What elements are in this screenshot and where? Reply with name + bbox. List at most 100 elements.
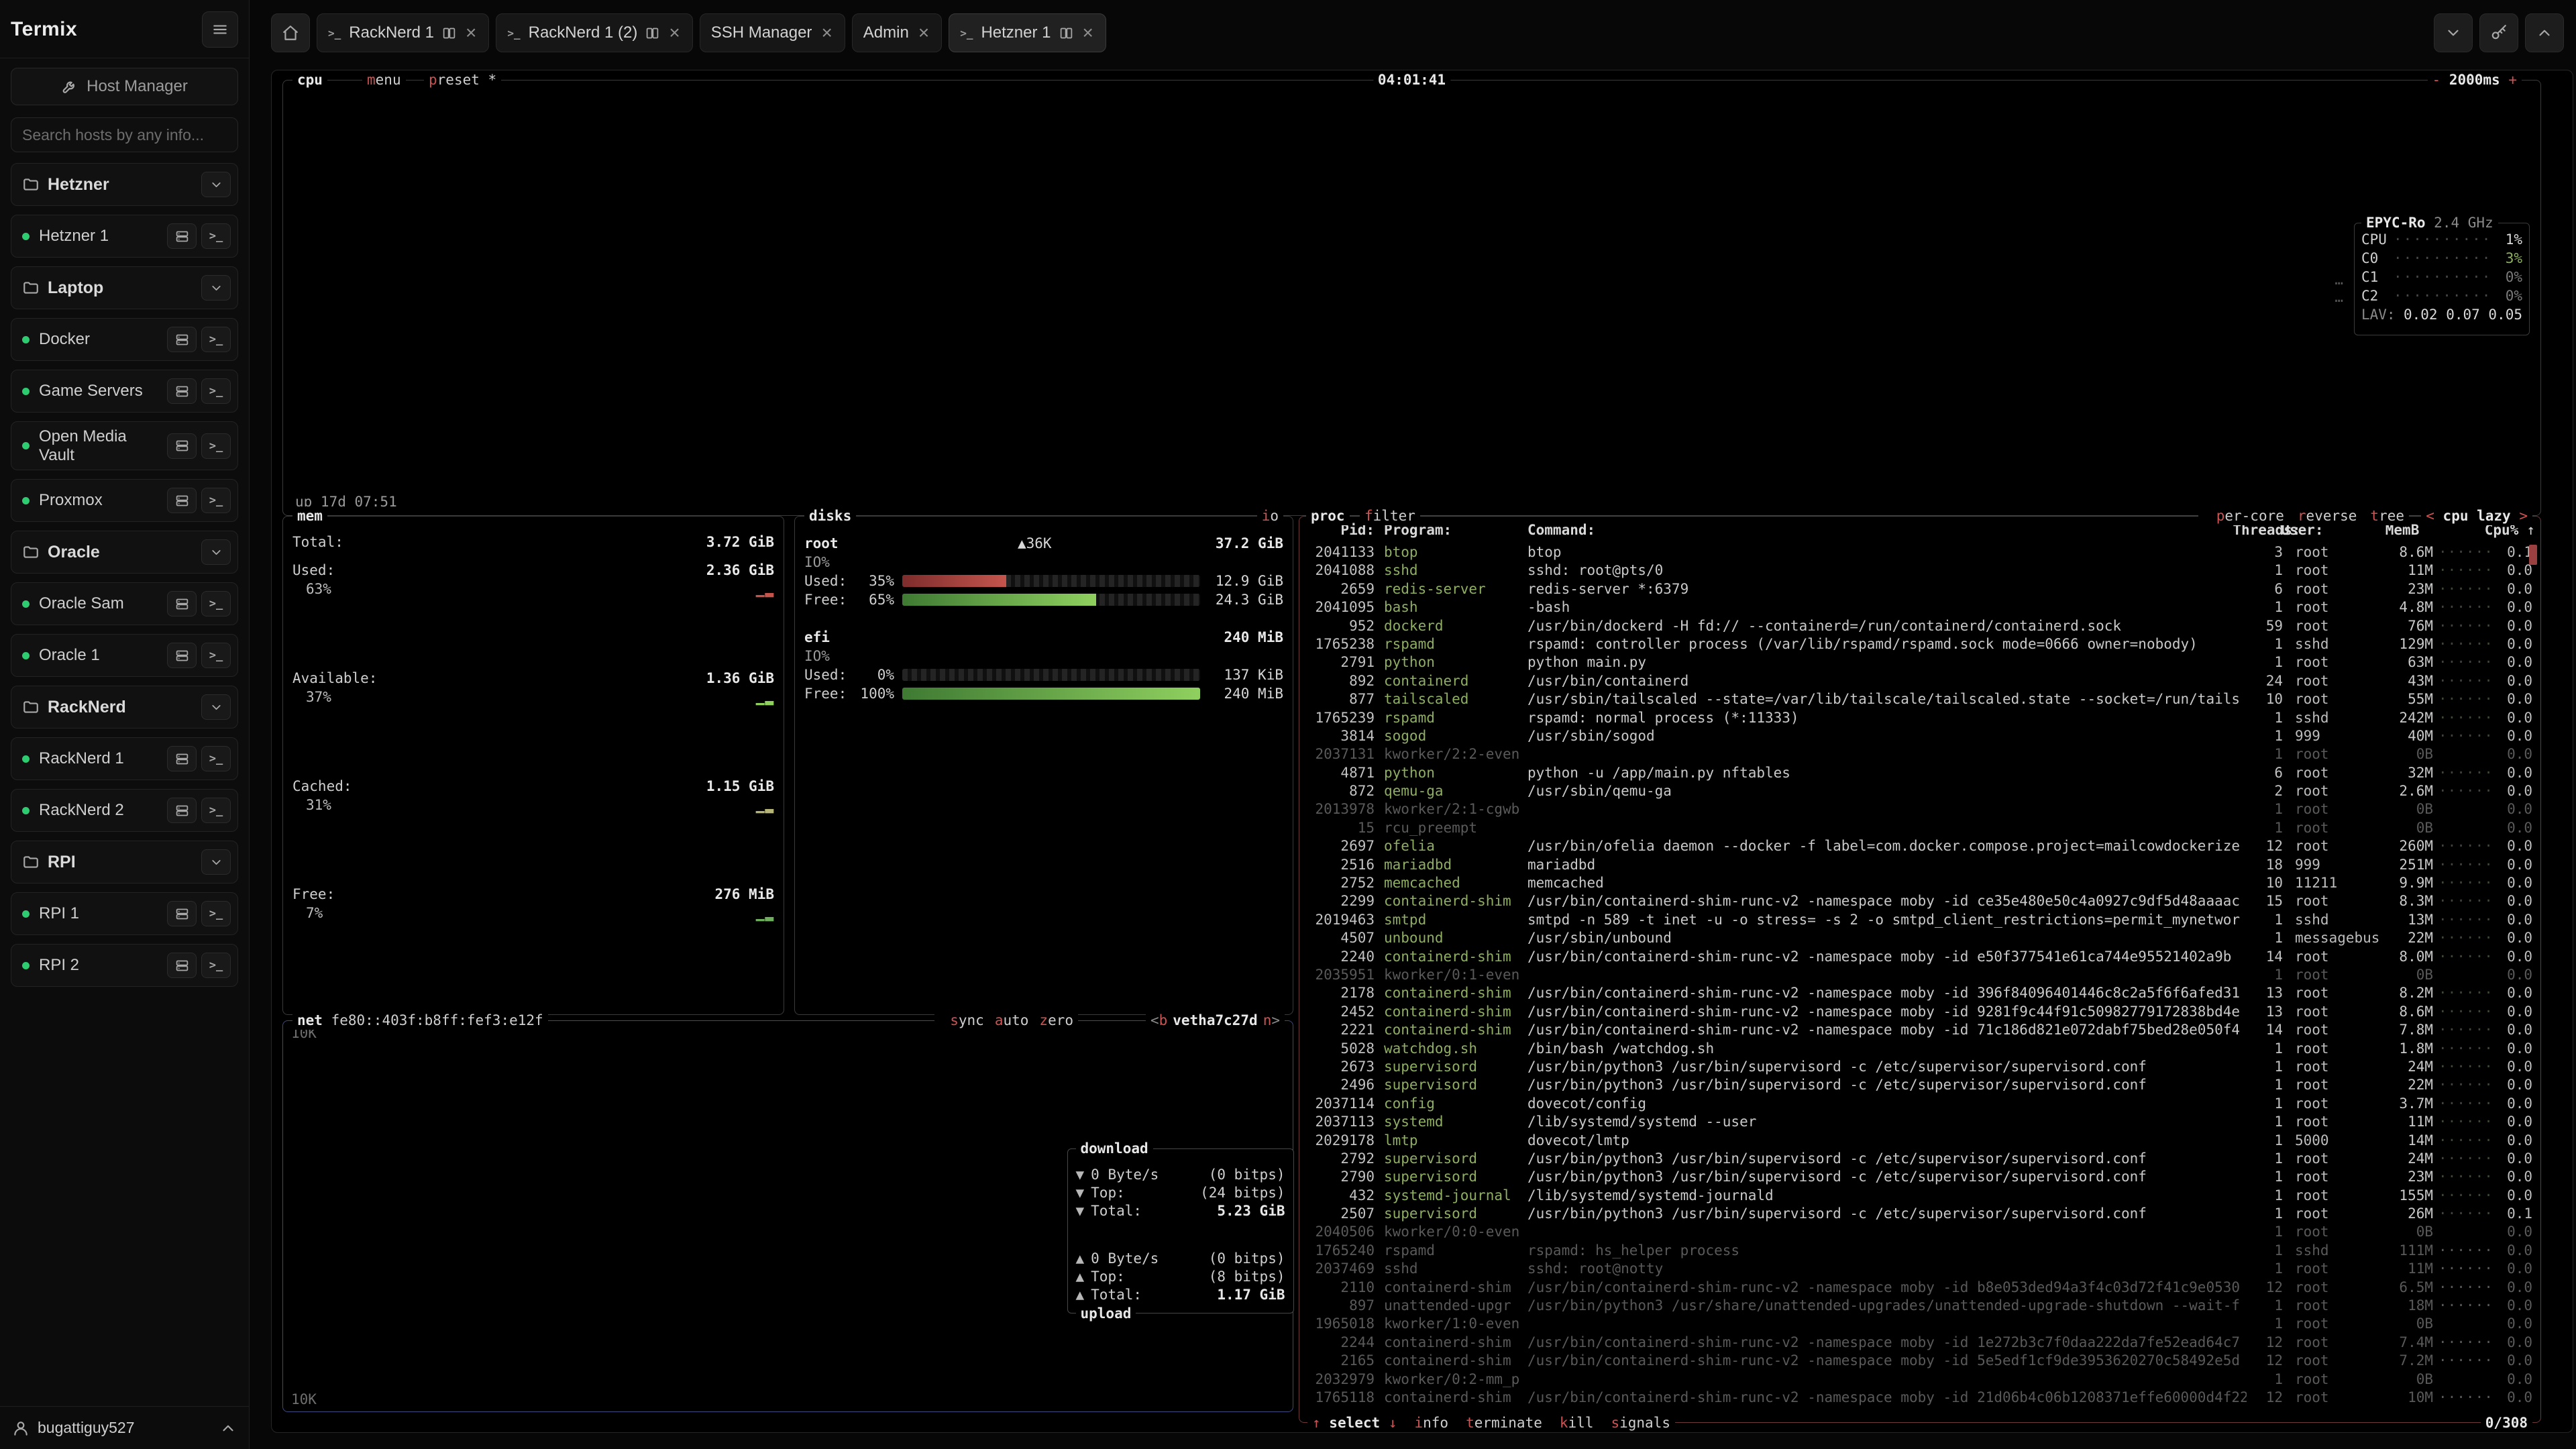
process-row[interactable]: 2496supervisord/usr/bin/python3 /usr/bin… — [1305, 1076, 2535, 1094]
sidebar-group-racknerd[interactable]: RackNerd — [11, 686, 238, 729]
group-collapse-button[interactable] — [201, 275, 231, 301]
sidebar-host-game-servers[interactable]: Game Servers>_ — [11, 370, 238, 413]
process-row[interactable]: 2035951kworker/0:1-even1root0B0.0 — [1305, 966, 2535, 984]
tabbar-expand-button[interactable] — [2525, 13, 2564, 52]
proc-action-info[interactable]: info — [1414, 1415, 1448, 1431]
process-row[interactable]: 2673supervisord/usr/bin/python3 /usr/bin… — [1305, 1058, 2535, 1076]
group-collapse-button[interactable] — [201, 539, 231, 565]
process-row[interactable]: 2659redis-serverredis-server *:63796root… — [1305, 580, 2535, 598]
sidebar-group-hetzner[interactable]: Hetzner — [11, 163, 238, 206]
host-terminal-button[interactable]: >_ — [201, 223, 231, 249]
sidebar-group-rpi[interactable]: RPI — [11, 841, 238, 883]
down-arrow-key[interactable]: ↓ — [1389, 1415, 1397, 1431]
sidebar-host-rpi-2[interactable]: RPI 2>_ — [11, 944, 238, 987]
search-input[interactable] — [11, 117, 238, 152]
ssh-keys-button[interactable] — [2479, 13, 2518, 52]
process-row[interactable]: 2791pythonpython main.py1root63M······0.… — [1305, 653, 2535, 672]
close-icon[interactable]: × — [464, 23, 478, 42]
process-row[interactable]: 2040506kworker/0:0-even1root0B0.0 — [1305, 1223, 2535, 1241]
host-details-button[interactable] — [167, 746, 197, 771]
process-row[interactable]: 2029178lmtpdovecot/lmtp1500014M······0.0 — [1305, 1132, 2535, 1150]
host-details-button[interactable] — [167, 327, 197, 352]
process-row[interactable]: 3814sogod/usr/sbin/sogod199940M······0.0 — [1305, 727, 2535, 745]
process-row[interactable]: 877tailscaled/usr/sbin/tailscaled --stat… — [1305, 690, 2535, 708]
process-row[interactable]: 2178containerd-shim/usr/bin/containerd-s… — [1305, 984, 2535, 1002]
btop-preset-button[interactable]: preset * — [424, 70, 501, 89]
host-details-button[interactable] — [167, 591, 197, 616]
process-row[interactable]: 2752memcachedmemcached10112119.9M······0… — [1305, 874, 2535, 892]
net-zero-button[interactable]: zero — [1039, 1012, 1073, 1028]
host-details-button[interactable] — [167, 223, 197, 249]
process-row[interactable]: 2037469sshdsshd: root@notty1root11M·····… — [1305, 1260, 2535, 1278]
process-row[interactable]: 432systemd-journal/lib/systemd/systemd-j… — [1305, 1187, 2535, 1205]
process-row[interactable]: 15rcu_preempt1root0B0.0 — [1305, 819, 2535, 837]
host-details-button[interactable] — [167, 901, 197, 926]
process-row[interactable]: 2452containerd-shim/usr/bin/containerd-s… — [1305, 1003, 2535, 1021]
process-row[interactable]: 2041088sshdsshd: root@pts/01root11M·····… — [1305, 561, 2535, 580]
device-prev-key[interactable]: b — [1159, 1012, 1168, 1028]
process-row[interactable]: 872qemu-ga/usr/sbin/qemu-ga2root2.6M····… — [1305, 782, 2535, 800]
tab-hetzner-1[interactable]: >_Hetzner 1× — [949, 13, 1106, 52]
proc-scrollbar[interactable] — [2529, 545, 2537, 565]
process-row[interactable]: 1765118containerd-shim/usr/bin/container… — [1305, 1389, 2535, 1407]
sidebar-host-hetzner-1[interactable]: Hetzner 1>_ — [11, 215, 238, 258]
btop-net-device[interactable]: <bvetha7c27dn> — [1146, 1011, 1285, 1030]
process-row[interactable]: 2240containerd-shim/usr/bin/containerd-s… — [1305, 948, 2535, 966]
close-icon[interactable]: × — [667, 23, 681, 42]
host-terminal-button[interactable]: >_ — [201, 591, 231, 616]
host-terminal-button[interactable]: >_ — [201, 488, 231, 513]
process-row[interactable]: 2507supervisord/usr/bin/python3 /usr/bin… — [1305, 1205, 2535, 1223]
terminal-screen[interactable]: cpu menu preset * 04:01:41 - 2000ms + … … — [271, 70, 2573, 1433]
tab-ssh-manager[interactable]: SSH Manager× — [700, 13, 845, 52]
btop-filter-button[interactable]: filter — [1360, 506, 1420, 525]
sort-next[interactable]: > — [2519, 508, 2528, 524]
process-row[interactable]: 4871pythonpython -u /app/main.py nftable… — [1305, 764, 2535, 782]
host-manager-button[interactable]: Host Manager — [11, 68, 238, 105]
process-row[interactable]: 2792supervisord/usr/bin/python3 /usr/bin… — [1305, 1150, 2535, 1168]
process-row[interactable]: 2697ofelia/usr/bin/ofelia daemon --docke… — [1305, 837, 2535, 855]
sidebar-group-laptop[interactable]: Laptop — [11, 266, 238, 309]
process-row[interactable]: 1965018kworker/1:0-even1root0B0.0 — [1305, 1315, 2535, 1333]
process-row[interactable]: 1765239rspamdrspamd: normal process (*:1… — [1305, 709, 2535, 727]
tab-racknerd-1[interactable]: >_RackNerd 1× — [317, 13, 489, 52]
group-collapse-button[interactable] — [201, 172, 231, 197]
process-row[interactable]: 5028watchdog.sh/bin/bash /watchdog.sh1ro… — [1305, 1040, 2535, 1058]
tab-racknerd-1-2[interactable]: >_RackNerd 1 (2)× — [496, 13, 692, 52]
process-row[interactable]: 892containerd/usr/bin/containerd24root43… — [1305, 672, 2535, 690]
host-terminal-button[interactable]: >_ — [201, 327, 231, 352]
split-tab-icon[interactable] — [1059, 26, 1073, 40]
sidebar-host-docker[interactable]: Docker>_ — [11, 318, 238, 361]
host-details-button[interactable] — [167, 643, 197, 668]
device-next-key[interactable]: n — [1263, 1012, 1272, 1028]
host-details-button[interactable] — [167, 798, 197, 823]
process-row[interactable]: 2032979kworker/0:2-mm_p1root0B0.0 — [1305, 1371, 2535, 1389]
btop-menu-button[interactable]: menu — [362, 70, 406, 89]
host-terminal-button[interactable]: >_ — [201, 953, 231, 978]
sidebar-host-racknerd-1[interactable]: RackNerd 1>_ — [11, 737, 238, 780]
process-row[interactable]: 2299containerd-shim/usr/bin/containerd-s… — [1305, 892, 2535, 910]
process-row[interactable]: 952dockerd/usr/bin/dockerd -H fd:// --co… — [1305, 617, 2535, 635]
process-row[interactable]: 2013978kworker/2:1-cgwb1root0B0.0 — [1305, 800, 2535, 818]
btop-refresh-control[interactable]: - 2000ms + — [2428, 70, 2522, 89]
process-row[interactable]: 897unattended-upgr/usr/bin/python3 /usr/… — [1305, 1297, 2535, 1315]
split-tab-icon[interactable] — [645, 26, 659, 40]
process-row[interactable]: 2516mariadbdmariadbd18999251M······0.0 — [1305, 856, 2535, 874]
sidebar-host-oracle-sam[interactable]: Oracle Sam>_ — [11, 582, 238, 625]
chevron-up-icon[interactable] — [219, 1419, 237, 1437]
process-row[interactable]: 1765238rspamdrspamd: controller process … — [1305, 635, 2535, 653]
close-icon[interactable]: × — [917, 23, 930, 42]
close-icon[interactable]: × — [1081, 23, 1095, 42]
host-details-button[interactable] — [167, 378, 197, 404]
process-row[interactable]: 2037114configdovecot/config1root3.7M····… — [1305, 1095, 2535, 1113]
process-row[interactable]: 2110containerd-shim/usr/bin/containerd-s… — [1305, 1279, 2535, 1297]
user-menu[interactable]: bugattiguy527 — [0, 1406, 249, 1449]
process-row[interactable]: 2037131kworker/2:2-even1root0B0.0 — [1305, 745, 2535, 763]
refresh-dec[interactable]: - — [2432, 72, 2441, 88]
host-details-button[interactable] — [167, 433, 197, 459]
process-row[interactable]: 2244containerd-shim/usr/bin/containerd-s… — [1305, 1334, 2535, 1352]
host-terminal-button[interactable]: >_ — [201, 378, 231, 404]
process-row[interactable]: 2165containerd-shim/usr/bin/containerd-s… — [1305, 1352, 2535, 1370]
split-tab-icon[interactable] — [442, 26, 456, 40]
host-terminal-button[interactable]: >_ — [201, 433, 231, 459]
process-row[interactable]: 2037113systemd/lib/systemd/systemd --use… — [1305, 1113, 2535, 1131]
